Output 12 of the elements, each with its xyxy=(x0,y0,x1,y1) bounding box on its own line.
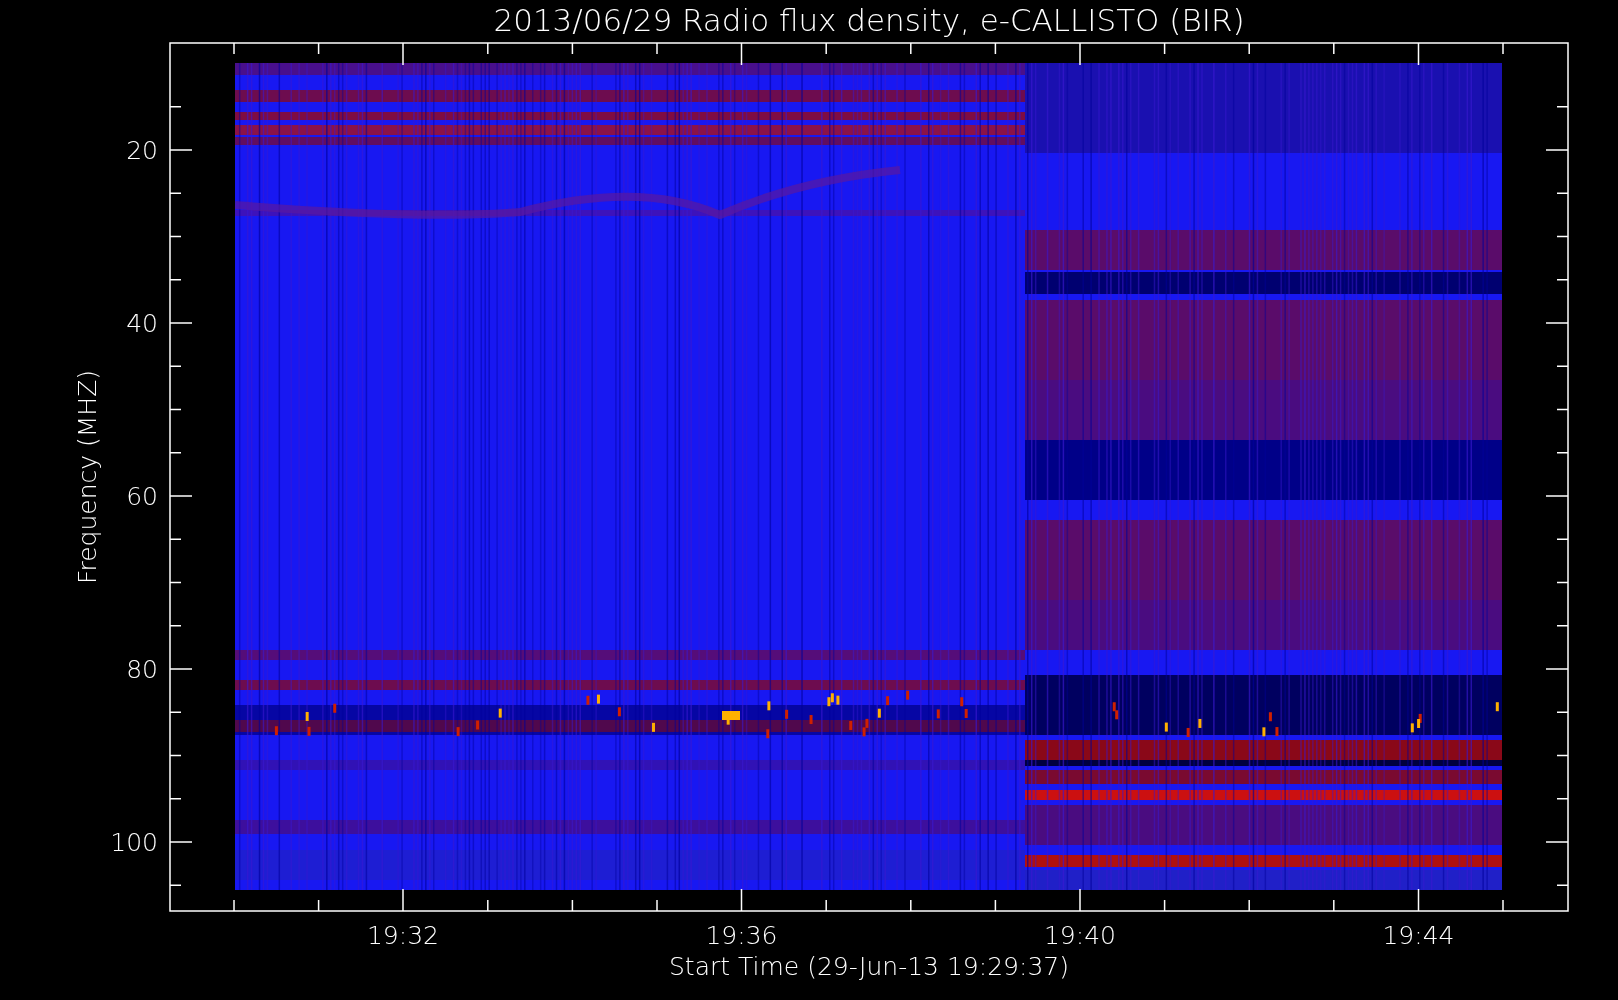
x-tick-label: 19:36 xyxy=(705,921,778,950)
x-axis-label: Start Time (29-Jun-13 19:29:37) xyxy=(669,952,1069,981)
chart-title: 2013/06/29 Radio flux density, e-CALLISTO (BIR) xyxy=(493,2,1245,38)
y-tick-label: 60 xyxy=(126,482,158,511)
y-axis-label: Frequency (MHZ) xyxy=(73,369,102,585)
y-tick-label: 80 xyxy=(126,655,158,684)
y-tick-label: 20 xyxy=(126,136,158,165)
x-tick-label: 19:44 xyxy=(1382,921,1455,950)
y-tick-label: 100 xyxy=(110,828,158,857)
x-tick-label: 19:40 xyxy=(1044,921,1116,950)
x-tick-label: 19:32 xyxy=(367,921,439,950)
y-tick-label: 40 xyxy=(126,309,158,338)
